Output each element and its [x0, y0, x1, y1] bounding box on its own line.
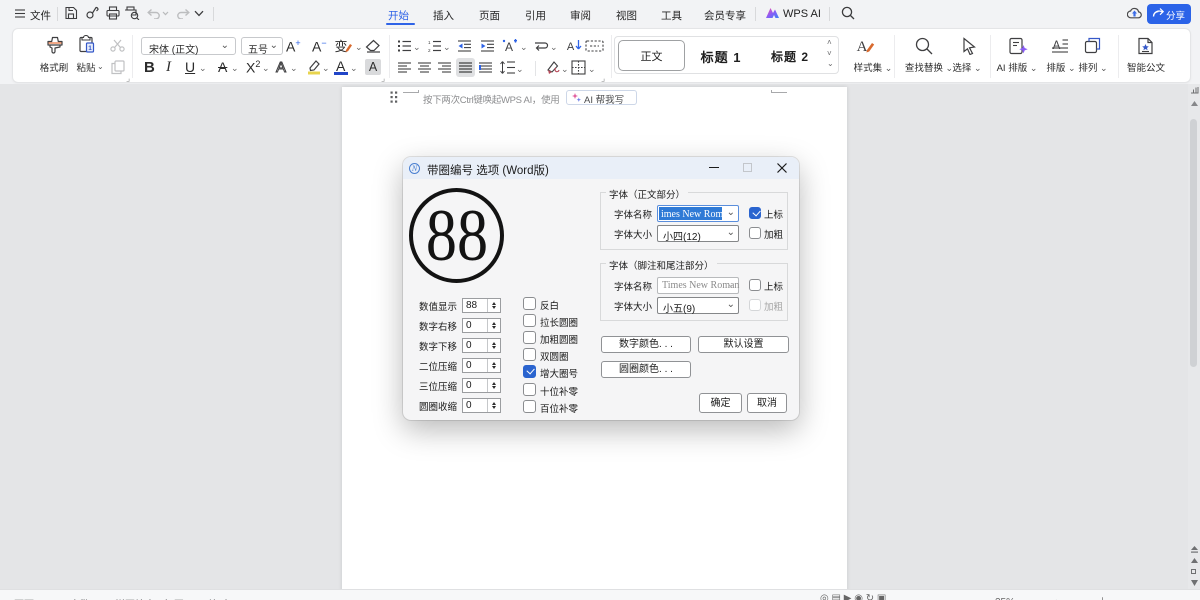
svg-text:A: A — [567, 41, 575, 53]
svg-text:A: A — [857, 39, 868, 55]
svg-text:1: 1 — [428, 40, 431, 45]
svg-text:A: A — [505, 40, 513, 53]
svg-text:2: 2 — [428, 48, 431, 52]
svg-text:1: 1 — [88, 45, 92, 52]
svg-text:A: A — [1053, 40, 1061, 52]
